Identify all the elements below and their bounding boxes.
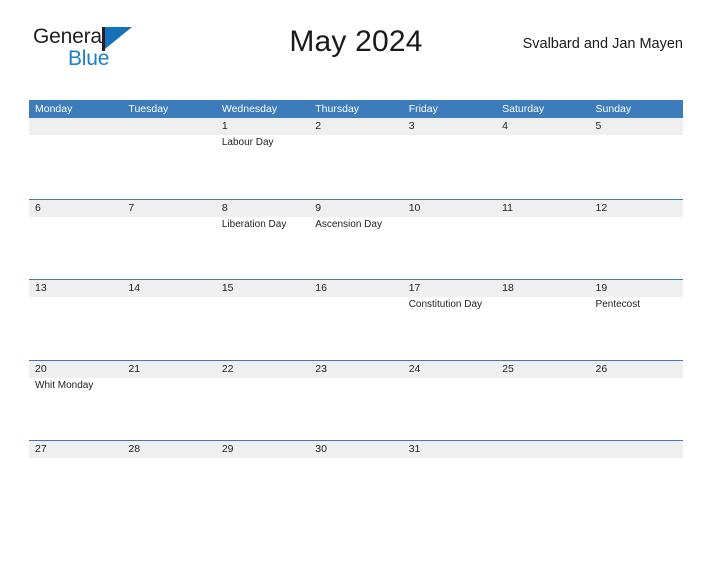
day-number: 9 xyxy=(315,201,322,214)
day-number: 14 xyxy=(128,282,141,294)
day-cell[interactable]: 1 Labour Day xyxy=(216,118,309,199)
day-cell[interactable] xyxy=(122,118,215,199)
day-number: 26 xyxy=(595,362,608,375)
day-cell[interactable]: 12 xyxy=(590,200,683,280)
day-number: 28 xyxy=(128,443,141,455)
day-number: 27 xyxy=(35,443,47,455)
day-number: 2 xyxy=(315,120,322,132)
day-number: 6 xyxy=(35,201,41,214)
week-row: 1 Labour Day 2 3 4 5 xyxy=(29,118,683,199)
weekday-saturday: Saturday xyxy=(502,103,545,115)
weekday-wednesday: Wednesday xyxy=(221,103,278,115)
day-cell[interactable]: 10 xyxy=(403,200,496,280)
week-row: 13 14 15 16 17 Constitution Day 18 19 Pe… xyxy=(29,279,683,360)
day-number: 15 xyxy=(221,282,234,294)
day-event: Pentecost xyxy=(595,299,641,310)
day-cell[interactable]: 4 xyxy=(496,118,589,199)
day-cell[interactable]: 2 xyxy=(309,118,402,199)
day-cell[interactable] xyxy=(496,441,589,521)
weekday-friday: Friday xyxy=(408,103,438,115)
day-cell[interactable]: 29 xyxy=(216,441,309,521)
day-cell[interactable] xyxy=(590,441,683,521)
day-cell[interactable] xyxy=(29,118,122,199)
day-number: 20 xyxy=(35,362,47,375)
day-number: 18 xyxy=(502,282,514,294)
day-cell[interactable]: 21 xyxy=(122,361,215,441)
week-row: 27 28 29 30 31 xyxy=(29,440,683,521)
day-event: Labour Day xyxy=(221,137,274,148)
day-cell[interactable]: 16 xyxy=(309,280,402,360)
day-cell[interactable]: 23 xyxy=(309,361,402,441)
week-row: 6 7 8 Liberation Day 9 Ascension Day 10 xyxy=(29,198,683,280)
weekday-thursday: Thursday xyxy=(315,103,360,115)
day-cell[interactable]: 13 xyxy=(29,280,122,360)
day-cell[interactable]: 27 xyxy=(29,441,122,521)
day-number: 23 xyxy=(315,362,327,375)
day-number: 16 xyxy=(315,282,327,294)
day-cell[interactable]: 7 xyxy=(122,200,215,280)
day-cell[interactable]: 8 Liberation Day xyxy=(216,200,309,280)
day-cell[interactable]: 19 Pentecost xyxy=(590,280,683,360)
weekday-sunday: Sunday xyxy=(595,103,632,115)
day-event: Ascension Day xyxy=(315,218,382,230)
day-cell[interactable]: 3 xyxy=(403,118,496,199)
day-cell[interactable]: 5 xyxy=(590,118,683,199)
day-cell[interactable]: 11 xyxy=(496,200,589,280)
day-number: 3 xyxy=(408,120,415,132)
day-number: 17 xyxy=(408,282,421,294)
day-number: 10 xyxy=(408,201,421,214)
day-event: Constitution Day xyxy=(408,299,483,310)
day-number: 13 xyxy=(35,282,47,294)
day-number: 5 xyxy=(595,120,602,132)
day-number: 22 xyxy=(221,362,234,375)
day-cell[interactable]: 9 Ascension Day xyxy=(309,200,402,280)
day-cell[interactable]: 28 xyxy=(122,441,215,521)
day-number: 4 xyxy=(502,120,508,132)
day-cell[interactable]: 22 xyxy=(216,361,309,441)
day-event: Liberation Day xyxy=(221,218,287,230)
day-number: 24 xyxy=(408,362,421,375)
weekday-monday: Monday xyxy=(35,103,73,115)
day-number: 1 xyxy=(221,120,228,132)
calendar-grid: Monday Tuesday Wednesday Thursday Friday… xyxy=(29,100,683,521)
day-cell[interactable]: 17 Constitution Day xyxy=(403,280,496,360)
day-cell[interactable]: 6 xyxy=(29,200,122,280)
day-number: 21 xyxy=(128,362,141,375)
day-number: 30 xyxy=(315,443,327,455)
page-header: General Blue May 2024 Svalbard and Jan M… xyxy=(29,22,683,74)
day-cell[interactable]: 26 xyxy=(590,361,683,441)
day-cell[interactable]: 25 xyxy=(496,361,589,441)
day-cell[interactable]: 24 xyxy=(403,361,496,441)
calendar-page: General Blue May 2024 Svalbard and Jan M… xyxy=(0,22,712,572)
weekday-header-row: Monday Tuesday Wednesday Thursday Friday… xyxy=(29,100,683,118)
region-label: Svalbard and Jan Mayen xyxy=(522,36,683,52)
day-cell[interactable]: 14 xyxy=(122,280,215,360)
day-number: 25 xyxy=(502,362,514,375)
day-number: 31 xyxy=(408,443,421,455)
day-cell[interactable]: 31 xyxy=(403,441,496,521)
day-number: 19 xyxy=(595,282,608,294)
day-number: 12 xyxy=(595,201,608,214)
day-number: 8 xyxy=(221,201,228,214)
day-event: Whit Monday xyxy=(35,379,94,391)
day-number: 29 xyxy=(221,443,234,455)
day-cell[interactable]: 15 xyxy=(216,280,309,360)
day-number: 11 xyxy=(502,201,514,214)
week-row: 20 Whit Monday 21 22 23 24 25 26 xyxy=(29,359,683,441)
day-number: 7 xyxy=(128,201,135,214)
day-cell[interactable]: 20 Whit Monday xyxy=(29,361,122,441)
day-cell[interactable]: 18 xyxy=(496,280,589,360)
weekday-tuesday: Tuesday xyxy=(128,103,169,115)
day-cell[interactable]: 30 xyxy=(309,441,402,521)
